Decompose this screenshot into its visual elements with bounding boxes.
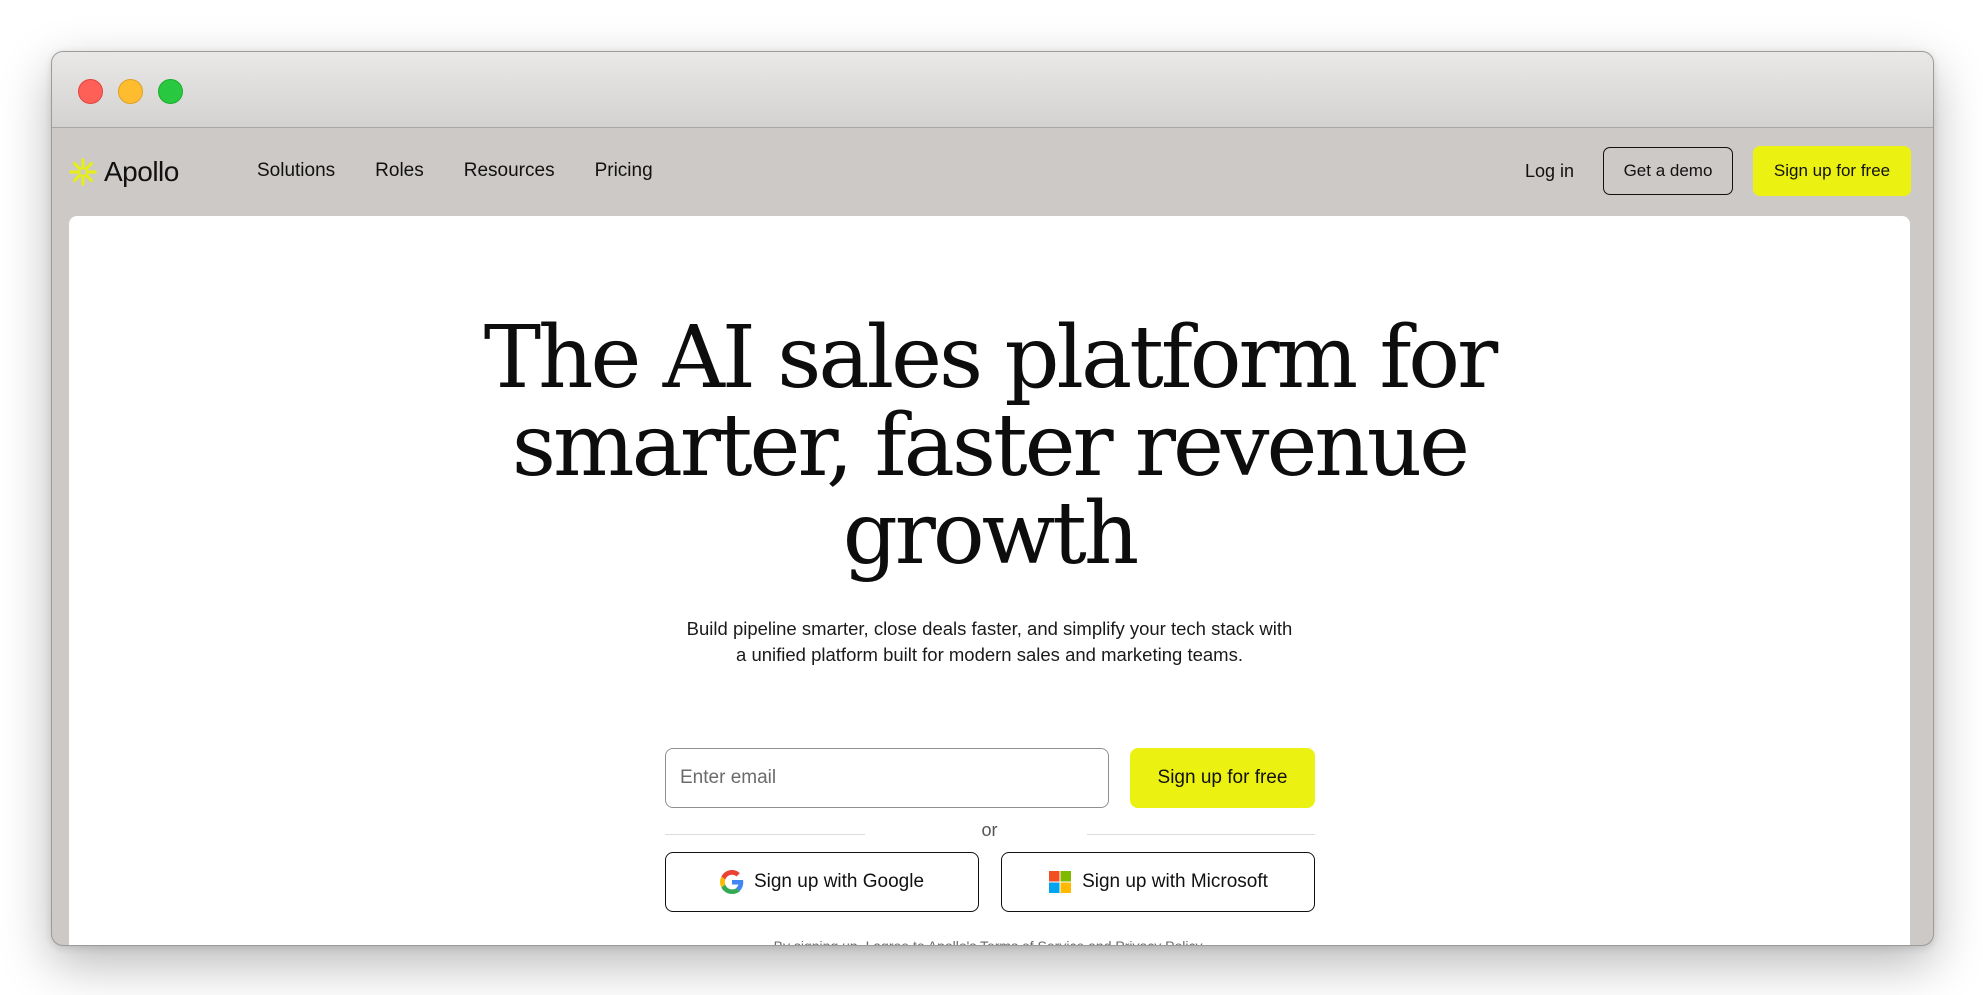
browser-window: Apollo Solutions Roles Resources Pricing… [51,51,1934,946]
apollo-asterisk-icon [69,158,97,186]
site-header: Apollo Solutions Roles Resources Pricing… [52,128,1933,216]
nav-roles[interactable]: Roles [375,160,424,182]
hero-signup-button[interactable]: Sign up for free [1130,748,1315,808]
minimize-window-button[interactable] [118,79,143,104]
nav-resources[interactable]: Resources [464,160,555,182]
maximize-window-button[interactable] [158,79,183,104]
close-window-button[interactable] [78,79,103,104]
or-separator: or [981,820,998,840]
nav-pricing[interactable]: Pricing [595,160,653,182]
login-link[interactable]: Log in [1525,161,1574,182]
apollo-logo[interactable]: Apollo [68,154,179,190]
logo-text: Apollo [104,156,179,187]
google-signup-button[interactable]: Sign up with Google [665,852,979,912]
legal-notice: By signing up, I agree to Apollo's Terms… [69,938,1910,946]
window-titlebar [52,52,1933,128]
microsoft-icon [1049,871,1072,893]
headline-line: The AI sales platform for [483,308,1498,408]
terms-of-service-link[interactable]: Terms of Service [980,938,1084,945]
microsoft-button-label: Sign up with Microsoft [1082,871,1268,892]
google-icon [719,870,744,894]
google-button-label: Sign up with Google [753,871,925,892]
email-input[interactable] [665,748,1109,808]
subhead-line: Build pipeline smarter, close deals fast… [686,618,1293,639]
legal-and: and [1088,938,1112,946]
headline-line: growth [842,484,1140,584]
divider-right [1087,834,1315,835]
legal-suffix: . [1201,938,1206,946]
main-nav: Solutions Roles Resources Pricing [257,160,653,182]
header-signup-button[interactable]: Sign up for free [1753,146,1911,196]
microsoft-signup-button[interactable]: Sign up with Microsoft [1001,852,1315,912]
hero-section: The AI sales platform for smarter, faste… [69,216,1910,946]
legal-prefix: By signing up, I agree to Apollo's [773,938,977,946]
subhead-line: a unified platform built for modern sale… [736,644,1243,665]
hero-subheadline: Build pipeline smarter, close deals fast… [69,616,1910,668]
hero-headline: The AI sales platform for smarter, faste… [69,314,1910,578]
get-demo-button[interactable]: Get a demo [1603,147,1733,195]
nav-solutions[interactable]: Solutions [257,160,335,182]
header-actions: Log in Get a demo Sign up for free [1525,146,1911,196]
headline-line: smarter, faster revenue [511,396,1470,496]
privacy-policy-link[interactable]: Privacy Policy [1115,938,1201,945]
